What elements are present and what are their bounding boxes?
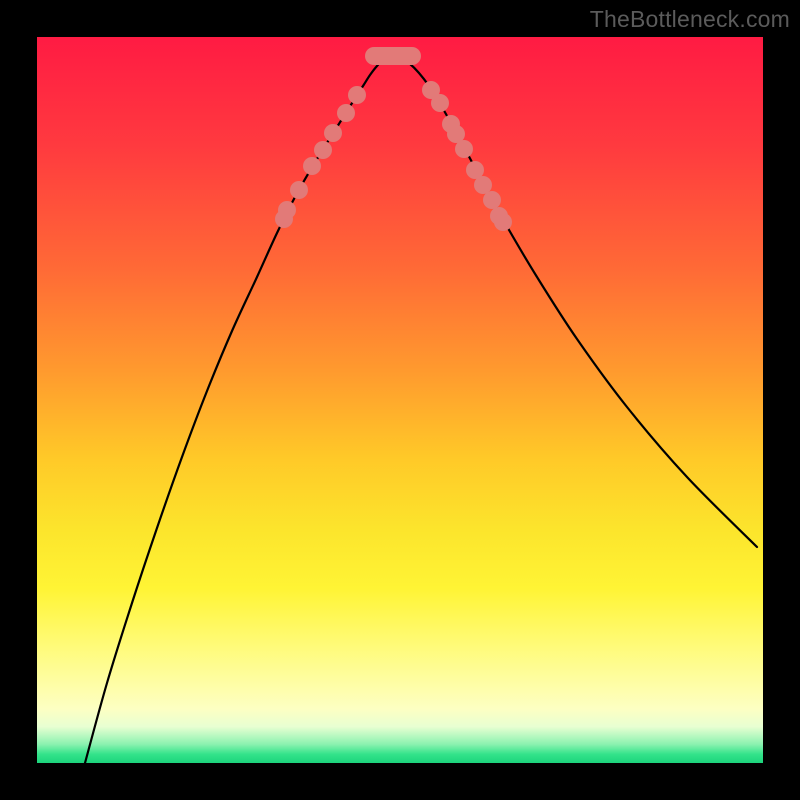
data-marker <box>303 157 321 175</box>
chart-frame: TheBottleneck.com <box>0 0 800 800</box>
data-marker <box>314 141 332 159</box>
data-marker <box>278 201 296 219</box>
data-marker <box>455 140 473 158</box>
watermark-text: TheBottleneck.com <box>590 6 790 33</box>
v-curve <box>85 55 757 763</box>
data-marker <box>494 213 512 231</box>
data-marker <box>324 124 342 142</box>
data-marker <box>431 94 449 112</box>
data-marker <box>348 86 366 104</box>
data-marker <box>337 104 355 122</box>
data-marker <box>290 181 308 199</box>
data-marker <box>483 191 501 209</box>
marker-group <box>275 81 512 231</box>
flat-minimum-segment <box>365 47 421 65</box>
plot-area <box>37 37 763 763</box>
data-marker <box>474 176 492 194</box>
chart-svg <box>37 37 763 763</box>
